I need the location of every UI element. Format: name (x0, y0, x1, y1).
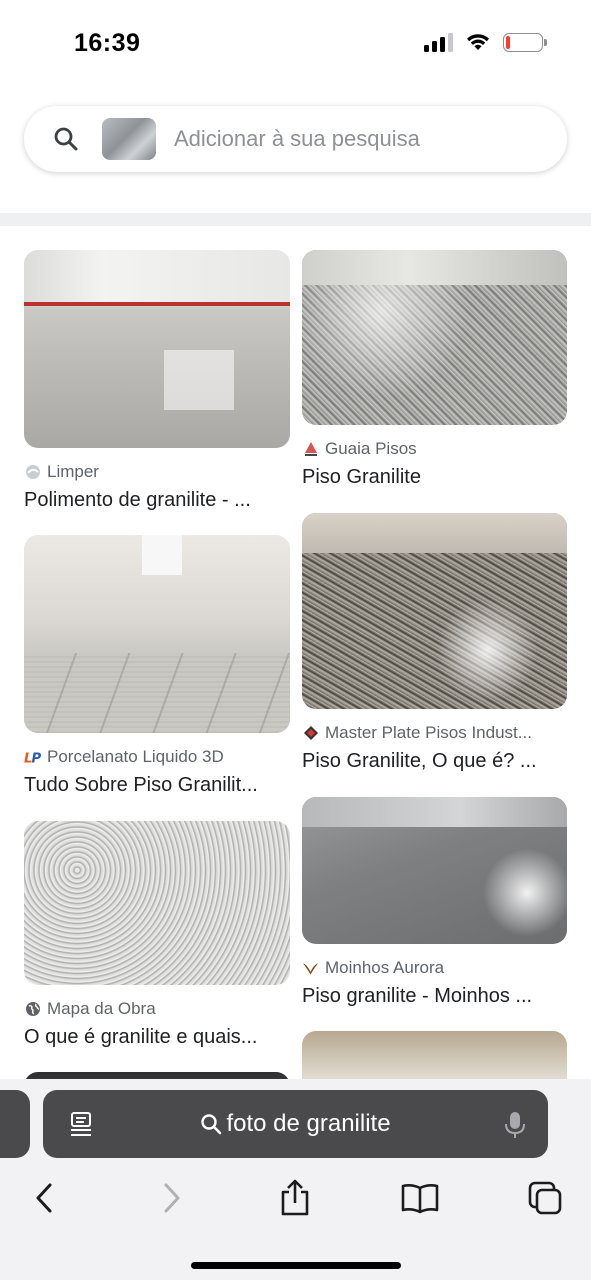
site-favicon-icon (302, 960, 319, 977)
result-card[interactable]: Limper Polimento de granilite - ... (24, 250, 290, 512)
site-favicon-icon (302, 725, 319, 742)
result-image[interactable] (302, 513, 567, 709)
result-image[interactable] (24, 250, 290, 448)
result-title[interactable]: O que é granilite e quais... (24, 1026, 290, 1049)
status-bar: 16:39 (0, 0, 591, 88)
result-source: Moinhos Aurora (302, 958, 567, 978)
section-divider (0, 213, 591, 226)
lp-logo-icon: LP (24, 749, 41, 766)
result-source: Limper (24, 462, 290, 482)
result-source-name: Porcelanato Liquido 3D (47, 747, 224, 766)
address-query[interactable]: foto de granilite (226, 1110, 390, 1138)
share-icon (281, 1179, 309, 1216)
search-icon[interactable] (52, 125, 80, 153)
address-field[interactable]: foto de granilite (43, 1090, 548, 1158)
search-icon (201, 1114, 222, 1135)
svg-text:P: P (32, 752, 41, 765)
result-image[interactable] (302, 797, 567, 944)
globe-icon (24, 1001, 41, 1018)
result-source: Master Plate Pisos Indust... (302, 723, 567, 743)
result-card[interactable]: Guaia Pisos Piso Granilite (302, 250, 567, 489)
battery-fill (506, 35, 510, 49)
tabs-icon (528, 1181, 562, 1215)
forward-button[interactable] (150, 1176, 194, 1220)
result-card[interactable]: Moinhos Aurora Piso granilite - Moinhos … (302, 797, 567, 1008)
chevron-left-icon (36, 1183, 52, 1213)
result-card[interactable]: LP Porcelanato Liquido 3D Tudo Sobre Pis… (24, 535, 290, 797)
result-source-name: Mapa da Obra (47, 999, 156, 1018)
back-button[interactable] (22, 1176, 66, 1220)
result-image[interactable] (24, 821, 290, 985)
search-box[interactable]: Adicionar à sua pesquisa (24, 106, 567, 172)
site-favicon-icon (302, 441, 319, 458)
address-bar[interactable]: foto de granilite (43, 1090, 548, 1158)
result-title[interactable]: Piso Granilite, O que é? ... (302, 750, 567, 773)
result-card[interactable]: Master Plate Pisos Indust... Piso Granil… (302, 513, 567, 773)
previous-tab-pill[interactable] (0, 1090, 30, 1158)
browser-toolbar (0, 1166, 591, 1226)
microphone-icon[interactable] (504, 1110, 526, 1140)
result-image[interactable] (302, 1031, 567, 1081)
lens-image-thumbnail[interactable] (102, 118, 156, 160)
site-favicon-icon (24, 464, 41, 481)
status-time: 16:39 (74, 29, 141, 57)
share-button[interactable] (273, 1176, 317, 1220)
result-image[interactable] (24, 535, 290, 733)
tabs-button[interactable] (523, 1176, 567, 1220)
bookmarks-button[interactable] (398, 1176, 442, 1220)
result-source: Mapa da Obra (24, 999, 290, 1019)
result-card[interactable]: Mapa da Obra O que é granilite e quais..… (24, 821, 290, 1049)
result-source: Guaia Pisos (302, 439, 567, 459)
image-results-grid: Limper Polimento de granilite - ... LP P… (0, 226, 591, 1081)
chevron-right-icon (164, 1183, 180, 1213)
result-source-name: Limper (47, 462, 99, 481)
result-title[interactable]: Tudo Sobre Piso Granilit... (24, 774, 290, 797)
battery-low-icon (503, 32, 547, 52)
status-icons (424, 32, 547, 52)
book-icon (401, 1184, 439, 1214)
result-source: LP Porcelanato Liquido 3D (24, 747, 290, 767)
result-title[interactable]: Polimento de granilite - ... (24, 489, 290, 512)
cellular-signal-icon (424, 32, 453, 52)
home-indicator[interactable] (191, 1262, 401, 1269)
search-input[interactable]: Adicionar à sua pesquisa (174, 126, 420, 152)
wifi-icon (467, 34, 489, 50)
result-source-name: Guaia Pisos (325, 439, 417, 458)
result-card[interactable] (302, 1031, 567, 1081)
result-title[interactable]: Piso granilite - Moinhos ... (302, 985, 567, 1008)
result-title[interactable]: Piso Granilite (302, 466, 567, 489)
result-source-name: Moinhos Aurora (325, 958, 445, 977)
result-source-name: Master Plate Pisos Indust... (325, 723, 532, 742)
result-image[interactable] (302, 250, 567, 425)
